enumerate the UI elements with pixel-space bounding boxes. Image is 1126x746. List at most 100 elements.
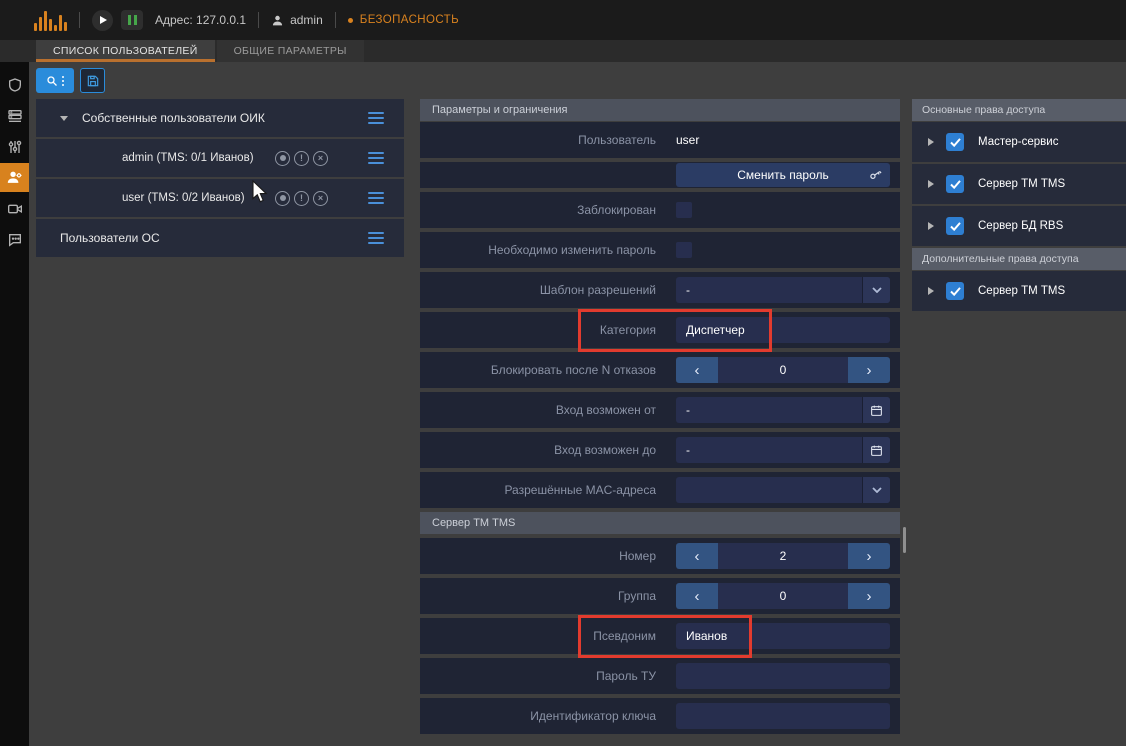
app-window: Адрес: 127.0.0.1 admin БЕЗОПАСНОСТЬ СПИС… [0,0,1126,746]
info-circle-icon[interactable]: ! [294,191,309,206]
search-button[interactable] [36,68,74,93]
right-item-tm-server[interactable]: Сервер ТМ TMS [912,164,1126,204]
number-label: Номер [420,549,656,563]
number-value: 2 [718,543,848,569]
template-select[interactable]: - [676,277,890,303]
stepper-decrement-button[interactable]: ‹ [676,357,718,383]
info-circle-icon[interactable]: ! [294,151,309,166]
rail-camera-icon[interactable] [0,194,29,223]
expand-arrow-icon[interactable] [60,116,68,121]
tree-toolbar [36,68,404,93]
tree-user-admin[interactable]: admin (TMS: 0/1 Иванов) ! × [36,139,404,177]
expand-arrow-icon[interactable] [928,180,934,188]
user-tree-panel: Собственные пользователи ОИК admin (TMS:… [36,68,404,259]
login-to-label: Вход возможен до [420,443,656,457]
pause-button[interactable] [121,10,143,30]
change-password-button[interactable]: Сменить пароль [676,163,890,187]
group-stepper: ‹ 0 › [676,583,890,609]
key-id-input[interactable] [676,703,890,729]
rights-extra-header: Дополнительные права доступа [912,248,1126,270]
radio-selected-icon[interactable] [275,191,290,206]
cancel-circle-icon[interactable]: × [313,191,328,206]
tree-user-user[interactable]: user (TMS: 0/2 Иванов) ! × [36,179,404,217]
play-button[interactable] [92,10,113,31]
tms-section-header: Сервер ТМ TMS [420,512,900,534]
rights-panel: Основные права доступа Мастер-сервис Сер… [912,99,1126,313]
tree-group-oik[interactable]: Собственные пользователи ОИК [36,99,404,137]
group-label: Группа [420,589,656,603]
rail-sliders-icon[interactable] [0,132,29,161]
module-rail [0,62,29,746]
expand-arrow-icon[interactable] [928,138,934,146]
alias-value: Иванов [676,629,890,643]
chevron-down-icon[interactable] [862,477,890,503]
stepper-decrement-button[interactable]: ‹ [676,543,718,569]
stepper-increment-button[interactable]: › [848,543,890,569]
login-to-value: - [676,443,862,457]
row-menu-button[interactable] [368,232,384,244]
radio-selected-icon[interactable] [275,151,290,166]
tab-user-list[interactable]: СПИСОК ПОЛЬЗОВАТЕЛЕЙ [36,40,215,62]
topbar-separator [79,12,80,28]
rail-servers-icon[interactable] [0,101,29,130]
row-login-from: Вход возможен от - [420,392,900,428]
topbar-separator [335,12,336,28]
expand-arrow-icon[interactable] [928,222,934,230]
blocked-checkbox[interactable] [676,202,692,218]
params-panel: Параметры и ограничения Пользователь use… [420,99,900,738]
user-status-icons: ! × [275,151,328,166]
mac-select[interactable] [676,477,890,503]
rail-shield-icon[interactable] [0,70,29,99]
category-field[interactable]: Диспетчер [676,317,890,343]
user-icon [271,14,284,27]
row-menu-button[interactable] [368,112,384,124]
right-item-extra-tm-server[interactable]: Сервер ТМ TMS [912,271,1126,311]
tu-password-input[interactable] [676,663,890,689]
stepper-increment-button[interactable]: › [848,357,890,383]
save-button[interactable] [80,68,105,93]
row-mac-addresses: Разрешённые MAC-адреса [420,472,900,508]
expand-arrow-icon[interactable] [928,287,934,295]
checked-checkbox[interactable] [946,175,964,193]
tree-group-label: Собственные пользователи ОИК [82,111,265,125]
calendar-icon[interactable] [862,397,890,423]
tab-bar: СПИСОК ПОЛЬЗОВАТЕЛЕЙ ОБЩИЕ ПАРАМЕТРЫ [0,40,1126,62]
vertical-scrollbar-thumb[interactable] [903,527,906,553]
blocked-label: Заблокирован [420,203,656,217]
right-item-master-service[interactable]: Мастер-сервис [912,122,1126,162]
row-menu-button[interactable] [368,152,384,164]
stepper-decrement-button[interactable]: ‹ [676,583,718,609]
must-change-checkbox[interactable] [676,242,692,258]
row-category: Категория Диспетчер [420,312,900,348]
more-dots-icon [62,76,64,86]
current-user: admin [271,13,323,27]
block-after-stepper: ‹ 0 › [676,357,890,383]
row-tu-password: Пароль ТУ [420,658,900,694]
rail-users-icon[interactable] [0,163,29,192]
row-menu-button[interactable] [368,192,384,204]
tab-general-params[interactable]: ОБЩИЕ ПАРАМЕТРЫ [217,40,364,62]
current-user-label: admin [290,13,323,27]
calendar-icon[interactable] [862,437,890,463]
topbar: Адрес: 127.0.0.1 admin БЕЗОПАСНОСТЬ [0,0,1126,40]
right-item-label: Сервер ТМ TMS [978,178,1065,190]
checked-checkbox[interactable] [946,217,964,235]
login-from-label: Вход возможен от [420,403,656,417]
checked-checkbox[interactable] [946,133,964,151]
category-value: Диспетчер [676,323,890,337]
tree-user-label: user (TMS: 0/2 Иванов) [122,192,245,204]
cancel-circle-icon[interactable]: × [313,151,328,166]
alias-field[interactable]: Иванов [676,623,890,649]
stepper-increment-button[interactable]: › [848,583,890,609]
tree-group-os[interactable]: Пользователи ОС [36,219,404,257]
right-item-db-server[interactable]: Сервер БД RBS [912,206,1126,246]
checked-checkbox[interactable] [946,282,964,300]
params-header: Параметры и ограничения [420,99,900,121]
rail-chat-icon[interactable] [0,225,29,254]
chevron-down-icon[interactable] [862,277,890,303]
template-label: Шаблон разрешений [420,283,656,297]
right-item-label: Сервер ТМ TMS [978,285,1065,297]
login-from-datepicker[interactable]: - [676,397,890,423]
login-to-datepicker[interactable]: - [676,437,890,463]
mac-label: Разрешённые MAC-адреса [420,483,656,497]
